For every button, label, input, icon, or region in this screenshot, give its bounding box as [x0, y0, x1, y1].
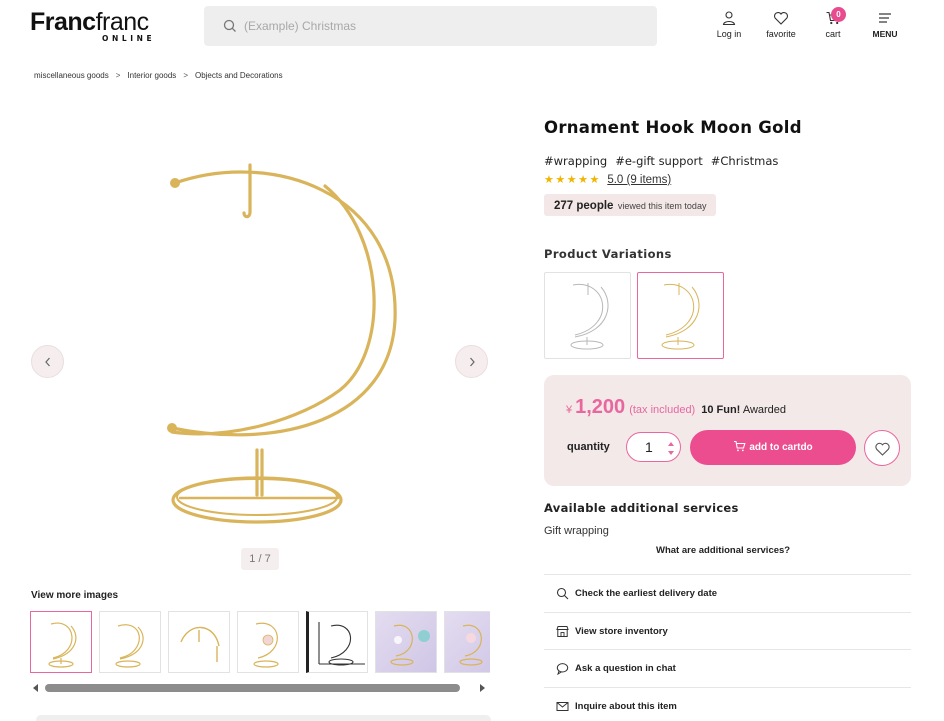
service-label: Check the earliest delivery date: [575, 588, 718, 599]
tag-link[interactable]: #e-gift support: [615, 154, 703, 168]
chevron-right-icon: [470, 357, 475, 367]
search-icon: [556, 587, 569, 600]
scroll-right-arrow-icon[interactable]: [480, 684, 485, 692]
logo[interactable]: Francfranc ONLINE: [30, 8, 162, 44]
fun-points: 10 Fun! Awarded: [701, 404, 786, 416]
quantity-value[interactable]: 1: [645, 439, 653, 455]
review-count-link[interactable]: 5.0 (9 items): [607, 174, 671, 186]
views-suffix: viewed this item today: [617, 201, 707, 211]
fun-points-suffix: Awarded: [742, 404, 787, 416]
previous-image-button[interactable]: [31, 345, 64, 378]
store-inventory-link[interactable]: View store inventory: [544, 611, 911, 650]
price-value: 1,200: [575, 396, 626, 418]
service-label: Ask a question in chat: [575, 663, 676, 674]
add-favorite-button[interactable]: [864, 430, 900, 466]
heart-icon: [774, 12, 788, 25]
additional-services-title: Available additional services: [544, 501, 739, 515]
currency-symbol: ¥: [566, 404, 573, 416]
breadcrumb: miscellaneous goods > Interior goods > Objec…: [34, 71, 283, 80]
inquire-item-link[interactable]: Inquire about this item: [544, 686, 911, 721]
cart-label: cart: [825, 29, 841, 39]
add-to-cart-label: add to cartdo: [749, 442, 813, 453]
scrollbar-thumb[interactable]: [45, 684, 460, 692]
next-image-button[interactable]: [455, 345, 488, 378]
breadcrumb-item[interactable]: Objects and Decorations: [195, 71, 283, 80]
breadcrumb-separator: >: [183, 71, 188, 80]
gift-wrapping-label: Gift wrapping: [544, 525, 609, 537]
add-to-cart-button[interactable]: add to cartdo: [690, 430, 856, 465]
what-are-services-link[interactable]: What are additional services?: [656, 545, 790, 556]
cart-button[interactable]: 0 cart: [816, 7, 850, 46]
favorite-label: favorite: [766, 29, 796, 39]
search-input[interactable]: [244, 12, 644, 40]
more-images-title: View more images: [31, 590, 119, 601]
menu-button[interactable]: MENU: [866, 10, 904, 46]
thumbnail-scrollbar[interactable]: [31, 682, 489, 694]
thumbnail[interactable]: [306, 611, 368, 673]
chevron-left-icon: [45, 357, 50, 367]
star-rating-icon: ★★★★★: [544, 173, 601, 186]
mail-icon: [556, 701, 569, 711]
quantity-label: quantity: [567, 441, 610, 453]
thumbnail[interactable]: [99, 611, 161, 673]
main-product-image: [167, 163, 397, 524]
chat-question-link[interactable]: Ask a question in chat: [544, 649, 911, 687]
service-links: Check the earliest delivery date View st…: [544, 574, 911, 721]
menu-label: MENU: [872, 29, 898, 39]
variation-silver[interactable]: [544, 272, 631, 359]
tag-link[interactable]: #wrapping: [544, 154, 607, 168]
favorite-button[interactable]: favorite: [760, 10, 802, 46]
variations-title: Product Variations: [544, 247, 672, 261]
tag-link[interactable]: #Christmas: [711, 154, 779, 168]
thumbnail[interactable]: [168, 611, 230, 673]
bottom-panel-edge: [36, 715, 491, 721]
heart-icon: [875, 442, 890, 456]
product-tags: #wrapping #e-gift support #Christmas: [544, 154, 786, 168]
chat-icon: [556, 663, 569, 675]
search-icon: [223, 19, 236, 32]
fun-points-value: 10 Fun!: [701, 404, 741, 416]
thumbnail[interactable]: [237, 611, 299, 673]
views-count: 277 people: [554, 200, 614, 212]
breadcrumb-separator: >: [115, 71, 121, 80]
logo-subtitle: ONLINE: [102, 34, 156, 43]
product-rating: ★★★★★ 5.0 (9 items): [544, 173, 671, 186]
product-title: Ornament Hook Moon Gold: [544, 118, 802, 137]
breadcrumb-item[interactable]: Interior goods: [127, 71, 176, 80]
cart-count-badge: 0: [831, 7, 846, 22]
store-icon: [556, 625, 569, 637]
service-label: View store inventory: [575, 625, 668, 637]
thumbnail[interactable]: [30, 611, 92, 673]
scroll-left-arrow-icon[interactable]: [33, 684, 38, 692]
decrement-arrow-icon[interactable]: [668, 451, 674, 455]
price-line: ¥1,200 (tax included) 10 Fun! Awarded: [566, 396, 786, 419]
increment-arrow-icon[interactable]: [668, 442, 674, 446]
thumbnail[interactable]: [375, 611, 437, 673]
thumbnail[interactable]: [444, 611, 490, 673]
cart-plus-icon: [734, 441, 746, 452]
user-icon: [722, 11, 736, 26]
service-label: Inquire about this item: [575, 700, 677, 712]
login-label: Log in: [716, 29, 742, 39]
quantity-stepper[interactable]: 1: [626, 432, 681, 462]
purchase-panel: ¥1,200 (tax included) 10 Fun! Awarded quan…: [544, 375, 911, 486]
image-counter: 1 / 7: [241, 548, 279, 570]
tax-label: (tax included): [629, 404, 696, 416]
login-button[interactable]: Log in: [710, 10, 748, 46]
variation-gold[interactable]: [637, 272, 724, 359]
thumbnail-strip: [30, 611, 490, 675]
breadcrumb-item[interactable]: miscellaneous goods: [34, 71, 109, 80]
delivery-date-link[interactable]: Check the earliest delivery date: [544, 574, 911, 612]
views-today-badge: 277 people viewed this item today: [544, 194, 717, 216]
site-header: Francfranc ONLINE Log in favorite 0 cart: [0, 0, 944, 56]
hamburger-icon: [879, 13, 891, 23]
search-bar[interactable]: [204, 6, 657, 46]
logo-light-text: franc: [95, 8, 150, 36]
logo-bold-text: Franc: [30, 8, 96, 36]
